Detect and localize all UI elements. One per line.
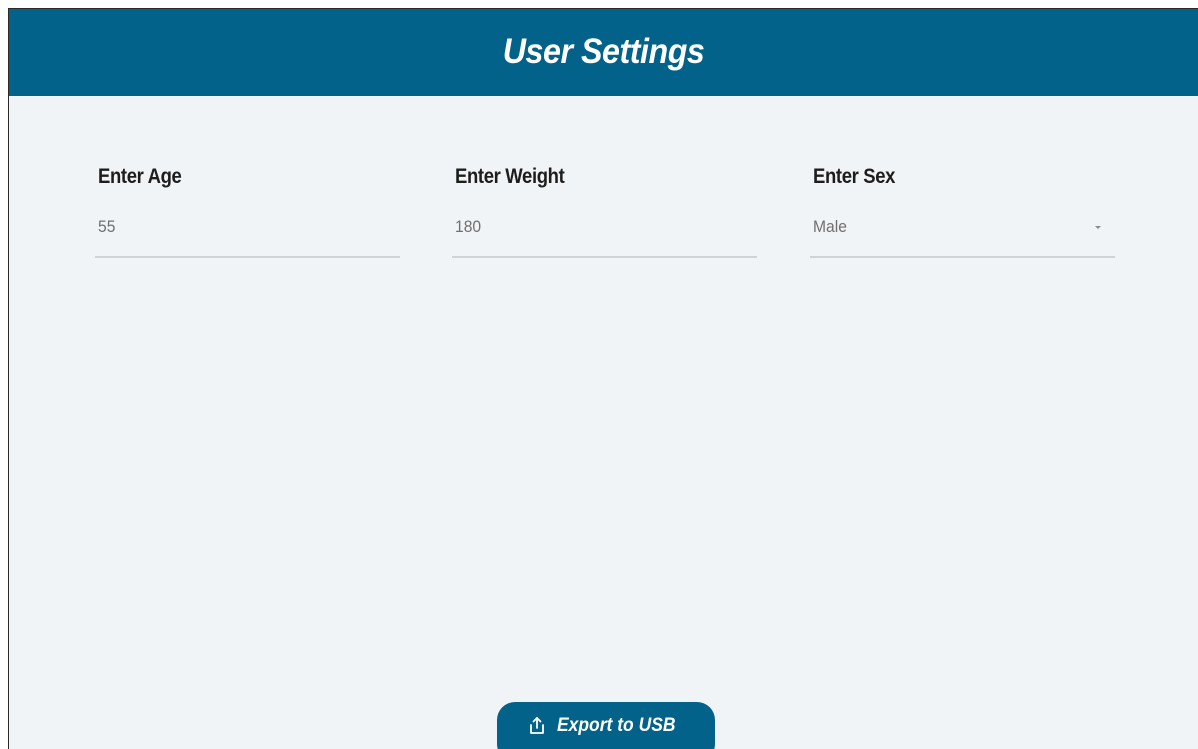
age-input[interactable]: 55 — [98, 217, 115, 237]
export-button-label: Export to USB — [556, 715, 676, 736]
sex-label: Enter Sex — [813, 165, 896, 188]
export-to-usb-button[interactable]: Export to USB — [497, 702, 715, 749]
share-upload-icon — [529, 717, 544, 734]
weight-underline — [452, 256, 757, 258]
weight-label: Enter Weight — [455, 165, 565, 188]
age-label: Enter Age — [98, 165, 182, 188]
dropdown-arrow-icon[interactable] — [1095, 226, 1101, 229]
header-bar: User Settings — [9, 9, 1198, 96]
age-underline — [95, 256, 400, 258]
settings-window: User Settings Enter Age 55 Enter Weight … — [8, 8, 1198, 749]
page-title: User Settings — [502, 31, 705, 71]
sex-underline — [810, 256, 1115, 258]
sex-select[interactable]: Male — [813, 217, 847, 237]
weight-input[interactable]: 180 — [455, 217, 481, 237]
